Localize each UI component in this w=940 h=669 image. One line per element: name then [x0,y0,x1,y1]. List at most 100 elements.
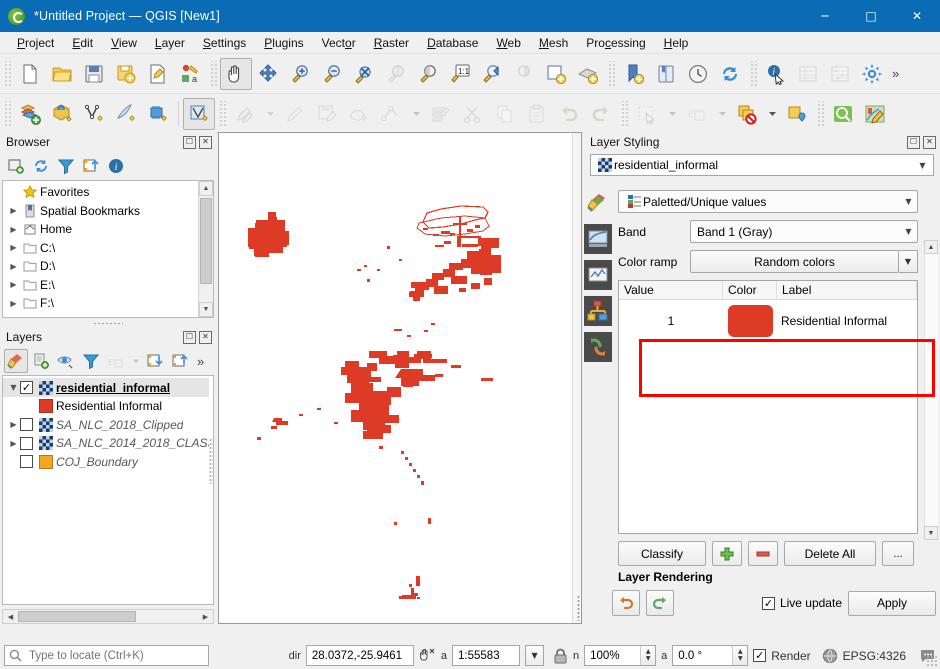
expand-arrow[interactable]: ▶ [7,225,20,234]
zoom-to-layer-icon[interactable] [412,58,444,90]
expand-arrow[interactable]: ▶ [7,262,20,271]
browser-item-home[interactable]: ▶ Home [3,220,198,239]
toggle-editing-icon[interactable] [279,98,311,130]
undock-browser-button[interactable]: ☐ [183,136,196,149]
toolbar2-grip-4[interactable] [816,101,824,127]
symbology-tab[interactable] [584,188,612,218]
coordinate-field[interactable]: 28.0372,-25.9461 [306,645,414,666]
save-project-icon[interactable] [78,58,110,90]
rotation-field[interactable]: 0.0 ° ▲▼ [672,645,748,666]
histogram-tab[interactable] [584,260,612,290]
add-layer-icon[interactable] [4,154,28,178]
expression-filter-dropdown-icon[interactable] [129,349,142,373]
collapse-all-layers-icon[interactable] [168,349,192,373]
toolbar2-grip-2[interactable] [218,101,226,127]
scroll-up-arrow[interactable]: ▲ [924,240,938,254]
add-entry-button[interactable] [712,541,742,566]
map-styling-icon[interactable] [859,98,891,130]
identify-features-icon[interactable]: i [760,58,792,90]
layer-visibility-checkbox[interactable] [20,455,33,468]
add-group-icon[interactable] [29,349,53,373]
expand-arrow[interactable]: ▶ [7,280,20,289]
column-header-value[interactable]: Value [619,281,723,299]
render-type-combo[interactable]: Paletted/Unique values ▼ [618,190,918,213]
apply-button[interactable]: Apply [848,591,936,616]
temporal-controller-icon[interactable] [682,58,714,90]
save-layer-edits-icon[interactable] [311,98,343,130]
locator-search[interactable] [4,645,209,666]
expand-all-icon[interactable] [143,349,167,373]
chevron-down-icon[interactable]: ▼ [900,191,917,212]
save-project-as-icon[interactable] [110,58,142,90]
pan-to-selection-icon[interactable] [252,58,284,90]
toolbar-overflow-icon[interactable]: » [888,66,903,81]
options-icon[interactable] [856,58,888,90]
properties-icon[interactable]: i [104,154,128,178]
color-ramp-dropdown-icon[interactable]: ▼ [899,250,918,273]
layers-overflow-icon[interactable]: » [193,354,208,369]
select-expression-dropdown-icon[interactable] [713,98,731,130]
chevron-down-icon[interactable]: ▼ [914,155,931,175]
select-value-icon[interactable] [781,98,813,130]
scroll-track[interactable] [924,254,938,526]
value-color-label-table[interactable]: Value Color Label 1 Residential Informal [618,280,918,534]
menu-layer[interactable]: Layer [146,34,194,52]
toolbar-grip-4[interactable] [749,61,757,87]
expand-arrow[interactable]: ▶ [7,420,20,429]
new-print-layout-icon[interactable] [142,58,174,90]
magnifier-field[interactable]: 100% ▲▼ [584,645,656,666]
lock-scale-icon[interactable] [553,648,568,664]
menu-mesh[interactable]: Mesh [530,34,577,52]
menu-project[interactable]: PProjectroject [8,34,63,52]
zoom-to-selection-icon[interactable] [380,58,412,90]
layer-legend-entry[interactable]: Residential Informal [3,397,209,416]
chevron-down-icon[interactable]: ▼ [900,221,917,242]
select-features-icon[interactable] [631,98,663,130]
layers-hscrollbar[interactable]: ◀ ▶ [2,609,214,624]
expression-filter-icon[interactable]: ε [104,349,128,373]
menu-vector[interactable]: Vector [313,34,365,52]
modify-attributes-icon[interactable] [425,98,457,130]
browser-scrollbar[interactable]: ▲ ▼ [198,181,213,317]
globe-icon[interactable] [822,648,838,664]
classify-button[interactable]: Classify [618,541,706,566]
add-raster-layer-icon[interactable] [46,98,78,130]
cell-color-swatch[interactable] [723,305,777,337]
menu-raster[interactable]: Raster [365,34,418,52]
close-button[interactable]: ✕ [894,0,940,32]
cell-label[interactable]: Residential Informal [777,314,917,328]
menu-help[interactable]: Help [655,34,698,52]
rendering-tab[interactable] [584,296,612,326]
menu-settings[interactable]: Settings [194,34,255,52]
vertex-tool-icon[interactable] [375,98,407,130]
open-project-icon[interactable] [46,58,78,90]
layer-row-coj-boundary[interactable]: COJ_Boundary [3,453,209,472]
crs-label[interactable]: EPSG:4326 [843,649,906,663]
zoom-to-selected-icon[interactable] [827,98,859,130]
deselect-dropdown-icon[interactable] [763,98,781,130]
scroll-down-arrow[interactable]: ▼ [924,526,938,540]
magnifier-stepper[interactable]: ▲▼ [640,646,655,665]
undock-layers-button[interactable]: ☐ [183,331,196,344]
rotation-stepper[interactable]: ▲▼ [732,646,747,665]
table-row[interactable]: 1 Residential Informal [619,300,917,342]
browser-item-e-drive[interactable]: ▶ E:\ [3,276,198,295]
panel-splitter[interactable] [0,320,216,327]
filter-browser-icon[interactable] [54,154,78,178]
show-bookmarks-icon[interactable] [650,58,682,90]
style-manager-icon[interactable]: a [174,58,206,90]
add-delimited-text-layer-icon[interactable] [78,98,110,130]
scroll-up-arrow[interactable]: ▲ [199,181,213,196]
delete-entry-button[interactable] [748,541,778,566]
select-by-expression-icon[interactable]: ε [681,98,713,130]
browser-item-c-drive[interactable]: ▶ C:\ [3,239,198,258]
redo-style-button[interactable] [646,590,674,616]
toolbar-grip-3[interactable] [607,61,615,87]
hscroll-right-arrow[interactable]: ▶ [198,610,213,623]
transparency-tab[interactable] [584,224,612,254]
scale-dropdown-icon[interactable]: ▼ [525,645,544,666]
minimize-button[interactable]: ─ [802,0,848,32]
scale-field[interactable]: 1:55583 [452,645,520,666]
browser-item-d-drive[interactable]: ▶ D:\ [3,257,198,276]
expand-arrow[interactable]: ▶ [7,439,20,448]
